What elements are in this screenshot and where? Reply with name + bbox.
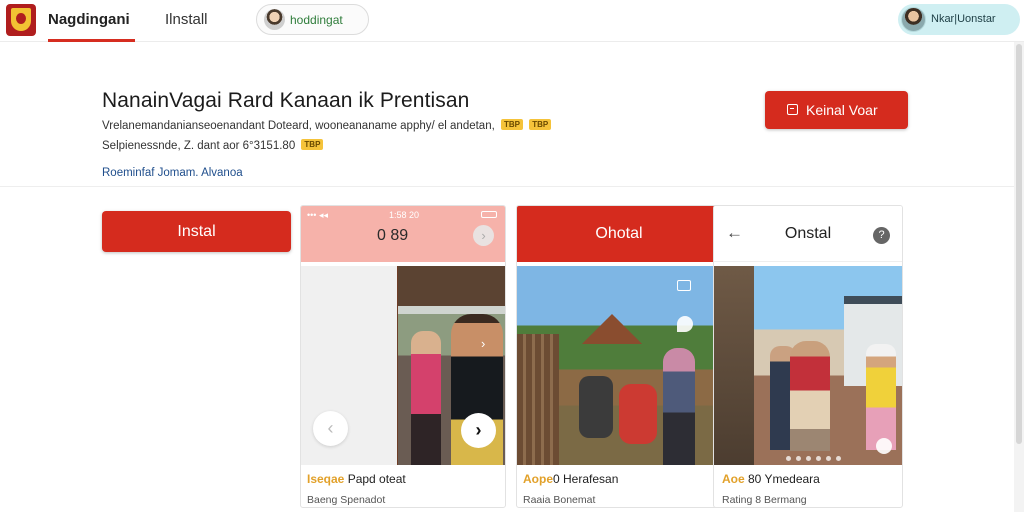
search-chip[interactable]: hoddingat bbox=[256, 4, 369, 35]
top-bar: Nagdingani Ilnstall hoddingat Nkar|Uonst… bbox=[0, 0, 1024, 42]
chevron-right-icon[interactable]: › bbox=[473, 225, 494, 246]
meta-badge: TBP bbox=[301, 139, 324, 150]
chevron-right-icon[interactable]: › bbox=[481, 336, 485, 351]
description-text: Vrelanemandanianseoenandant Doteard, woo… bbox=[102, 120, 495, 132]
image-icon[interactable] bbox=[677, 280, 691, 291]
app-title: NanainVagai Rard Kanaan ik Prentisan bbox=[102, 89, 470, 112]
header-action-button[interactable]: Keinal Voar bbox=[765, 91, 908, 129]
card-header: ••• ◂◂ 1:58 20 0 89 › bbox=[301, 206, 505, 262]
battery-icon bbox=[481, 211, 497, 218]
description-badge: TBP bbox=[501, 119, 523, 130]
caption-text: 0 Herafesan bbox=[553, 472, 619, 486]
user-account-chip[interactable]: Nkar|Uonstar bbox=[898, 4, 1020, 35]
app-meta: Selpienessnde, Z. dant aor 6°3151.80 TBP bbox=[102, 139, 324, 152]
screenshot-image[interactable] bbox=[714, 266, 902, 465]
screenshot-card[interactable]: ••• ◂◂ 1:58 20 0 89 › › ‹ › Iseqae Papd … bbox=[300, 205, 506, 508]
user-avatar-icon bbox=[901, 7, 926, 32]
nav-install-link[interactable]: Ilnstall bbox=[165, 11, 208, 28]
person-figure bbox=[790, 341, 830, 451]
screenshot-card[interactable]: ← Onstal ? Aoe 80 Ymedeara Rating 8 Berm… bbox=[713, 205, 903, 508]
card-subcaption: Rating 8 Bermang bbox=[722, 494, 807, 506]
screenshot-image[interactable] bbox=[517, 266, 721, 465]
person-figure bbox=[663, 348, 695, 465]
scrollbar-thumb[interactable] bbox=[1016, 44, 1022, 444]
card-header-value: 0 89 bbox=[377, 227, 409, 244]
header-action-label: Keinal Voar bbox=[806, 102, 878, 118]
app-description: Vrelanemandanianseoenandant Doteard, woo… bbox=[102, 119, 552, 132]
description-badge: TBP bbox=[529, 119, 552, 130]
motorbike-figure bbox=[579, 376, 613, 438]
install-button[interactable]: Instal bbox=[102, 211, 291, 252]
caption-text: Papd oteat bbox=[344, 472, 406, 486]
section-divider bbox=[0, 186, 1024, 187]
card-header-title[interactable]: Ohotal bbox=[517, 225, 721, 243]
search-chip-label: hoddingat bbox=[290, 13, 343, 27]
caption-highlight: Aope bbox=[523, 472, 553, 486]
person-figure bbox=[411, 331, 441, 465]
status-signal: ••• ◂◂ bbox=[307, 210, 328, 220]
caption-highlight: Iseqae bbox=[307, 472, 345, 486]
card-header: Ohotal bbox=[517, 206, 721, 262]
card-subcaption: Baeng Spenadot bbox=[307, 494, 386, 506]
chevron-left-icon[interactable]: ‹ bbox=[313, 411, 348, 446]
favorite-icon[interactable] bbox=[876, 438, 892, 454]
active-tab-indicator bbox=[48, 39, 135, 42]
user-name: Nkar|Uonstar bbox=[931, 13, 996, 25]
developer-link[interactable]: Roeminfaf Jomam. Alvanoa bbox=[102, 167, 243, 179]
card-caption: Iseqae Papd oteat bbox=[307, 472, 406, 486]
download-icon bbox=[787, 104, 798, 115]
caption-highlight: Aoe bbox=[722, 472, 745, 486]
brand-title[interactable]: Nagdingani bbox=[48, 11, 130, 28]
person-figure bbox=[866, 344, 896, 450]
app-logo-icon[interactable] bbox=[6, 4, 36, 36]
motorbike-figure bbox=[619, 384, 657, 444]
card-subcaption: Raaia Bonemat bbox=[523, 494, 596, 506]
screenshot-image[interactable]: › ‹ › bbox=[301, 266, 505, 465]
meta-text: Selpienessnde, Z. dant aor 6°3151.80 bbox=[102, 140, 296, 152]
help-icon[interactable]: ? bbox=[873, 227, 890, 244]
status-time: 1:58 20 bbox=[389, 210, 420, 220]
card-caption: Aope0 Herafesan bbox=[523, 472, 618, 486]
chevron-right-icon[interactable]: › bbox=[461, 413, 496, 448]
pin-icon[interactable] bbox=[677, 316, 693, 332]
card-caption: Aoe 80 Ymedeara bbox=[722, 472, 820, 486]
avatar-icon bbox=[264, 9, 285, 30]
screenshot-card[interactable]: Ohotal Aope0 Herafesan Raaia Bonemat bbox=[516, 205, 722, 508]
carousel-dots[interactable] bbox=[786, 456, 841, 461]
card-header: ← Onstal ? bbox=[714, 206, 902, 262]
caption-text: 80 Ymedeara bbox=[744, 472, 820, 486]
page-scrollbar[interactable] bbox=[1014, 42, 1024, 512]
